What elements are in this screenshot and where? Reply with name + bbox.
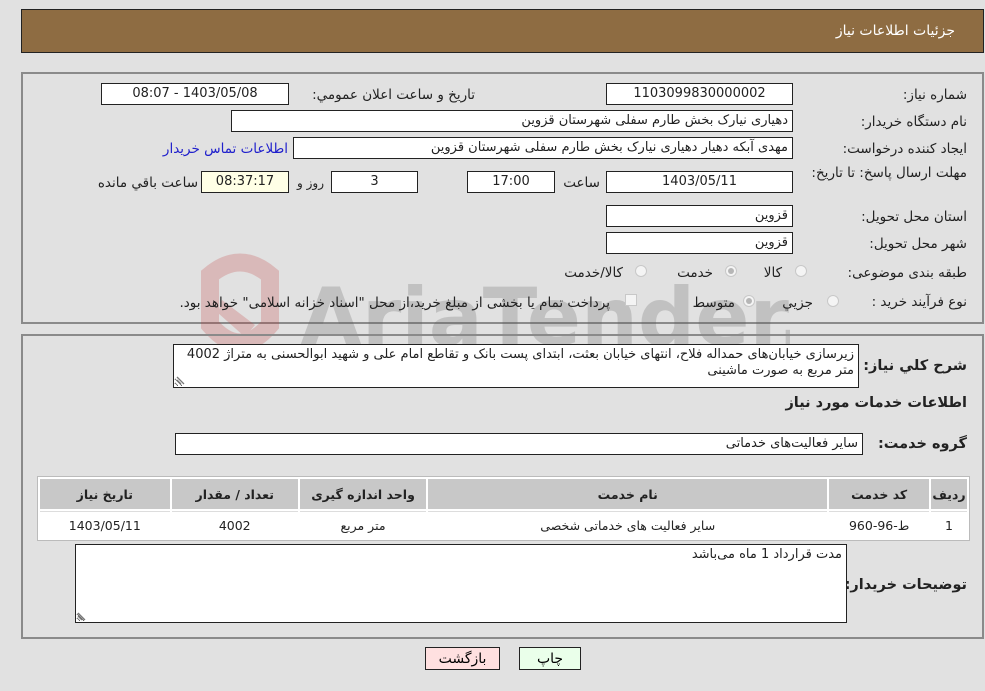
category-option-goods: کالا <box>763 265 782 281</box>
purchase-process-label: نوع فرآیند خرید : <box>871 294 967 310</box>
process-radio-minor[interactable] <box>827 295 839 307</box>
service-group-field: سایر فعالیت‌های خدماتی <box>175 433 863 455</box>
requester-label: ایجاد کننده درخواست: <box>842 141 967 157</box>
summary-textarea[interactable]: زیرسازی خیابان‌های حمداله فلاح، انتهای خ… <box>173 344 859 388</box>
cell-service-name: سایر فعالیت های خدماتی شخصی <box>428 511 828 538</box>
category-radio-service[interactable] <box>725 265 737 277</box>
category-radio-goods-service[interactable] <box>635 265 647 277</box>
buyer-notes-textarea[interactable]: مدت قرارداد 1 ماه می‌باشد <box>75 544 847 623</box>
page-header: جزئیات اطلاعات نیاز <box>21 9 984 53</box>
time-remaining-label: ساعت باقي مانده <box>97 175 198 191</box>
col-service-code: کد خدمت <box>829 479 930 509</box>
treasury-checkbox[interactable] <box>625 294 637 306</box>
announce-datetime-label: تاریخ و ساعت اعلان عمومي: <box>312 87 475 103</box>
need-number-field: 1103099830000002 <box>606 83 793 105</box>
need-number-label: شماره نیاز: <box>902 87 967 103</box>
service-group-label: گروه خدمت: <box>877 436 967 452</box>
deadline-label: مهلت ارسال پاسخ: تا تاریخ: <box>811 165 967 181</box>
resize-grip-icon[interactable] <box>176 375 186 385</box>
deadline-time-label: ساعت <box>563 175 600 191</box>
deadline-date-field: 1403/05/11 <box>606 171 793 193</box>
delivery-city-label: شهر محل تحویل: <box>869 236 967 252</box>
announce-datetime-field: 1403/05/08 - 08:07 <box>101 83 289 105</box>
cell-unit: متر مربع <box>299 511 427 538</box>
cell-need-date: 1403/05/11 <box>40 511 170 538</box>
page-title: جزئیات اطلاعات نیاز <box>835 23 955 39</box>
delivery-province-label: استان محل تحویل: <box>861 209 967 225</box>
category-option-service: خدمت <box>677 265 713 281</box>
col-need-date: تاریخ نیاز <box>40 479 170 509</box>
print-button[interactable]: چاپ <box>519 647 581 670</box>
category-option-goods-service: کالا/خدمت <box>564 265 623 281</box>
summary-label: شرح کلي نياز: <box>863 358 967 374</box>
table-header-row: ردیف کد خدمت نام خدمت واحد اندازه گیری ت… <box>40 479 967 509</box>
col-unit: واحد اندازه گیری <box>299 479 427 509</box>
buyer-notes-label: توضیحات خریدار: <box>844 577 967 593</box>
treasury-note: پرداخت تمام یا بخشی از مبلغ خرید،از محل … <box>179 295 610 311</box>
buyer-org-field: دهیاری نیارک بخش طارم سفلی شهرستان قزوین <box>231 110 793 132</box>
category-label: طبقه بندی موضوعی: <box>847 265 967 281</box>
days-remaining-field: 3 <box>331 171 418 193</box>
cell-row-number: 1 <box>931 511 967 538</box>
cell-service-code: ط-96-960 <box>829 511 930 538</box>
deadline-time-field: 17:00 <box>467 171 555 193</box>
col-row-number: ردیف <box>931 479 967 509</box>
services-table: ردیف کد خدمت نام خدمت واحد اندازه گیری ت… <box>37 476 970 541</box>
back-button[interactable]: بازگشت <box>425 647 500 670</box>
requester-field: مهدی آبکه دهیار دهیاری نیارک بخش طارم سف… <box>293 137 793 159</box>
col-quantity: تعداد / مقدار <box>171 479 298 509</box>
buyer-contact-link[interactable]: اطلاعات تماس خریدار <box>163 141 288 157</box>
process-radio-medium[interactable] <box>743 295 755 307</box>
process-option-minor: جزيي <box>782 295 813 311</box>
days-label: روز و <box>297 176 324 190</box>
delivery-province-field: قزوین <box>606 205 793 227</box>
category-radio-goods[interactable] <box>795 265 807 277</box>
time-remaining-field: 08:37:17 <box>201 171 289 193</box>
services-heading: اطلاعات خدمات مورد نیاز <box>785 395 967 411</box>
resize-grip-icon[interactable] <box>77 611 87 621</box>
col-service-name: نام خدمت <box>428 479 828 509</box>
cell-quantity: 4002 <box>171 511 298 538</box>
process-option-medium: متوسط <box>692 295 735 311</box>
table-row: 1 ط-96-960 سایر فعالیت های خدماتی شخصی م… <box>40 511 967 538</box>
delivery-city-field: قزوین <box>606 232 793 254</box>
buyer-org-label: نام دستگاه خریدار: <box>860 114 967 130</box>
